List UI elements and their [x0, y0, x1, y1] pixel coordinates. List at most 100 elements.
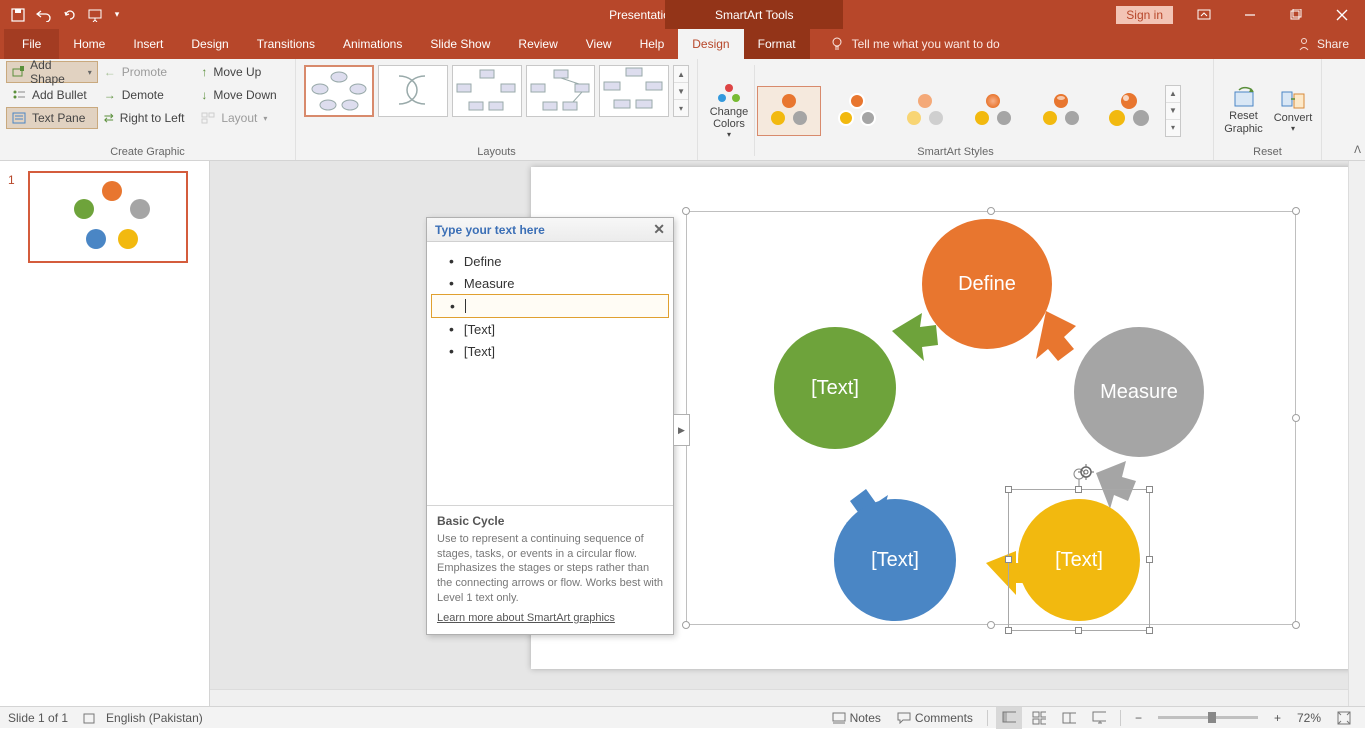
slide-indicator[interactable]: Slide 1 of 1 [8, 711, 68, 725]
layouts-gallery-scroll[interactable]: ▲ ▼ ▾ [673, 65, 689, 117]
text-pane-icon [12, 112, 26, 124]
text-pane-item-active[interactable] [431, 294, 669, 318]
gallery-more-icon[interactable]: ▾ [1166, 120, 1180, 136]
styles-gallery-scroll[interactable]: ▲ ▼ ▾ [1165, 85, 1181, 137]
redo-icon[interactable] [58, 3, 82, 27]
tab-design[interactable]: Design [177, 29, 242, 59]
move-down-button[interactable]: ↓Move Down [195, 84, 289, 106]
notes-button[interactable]: Notes [826, 707, 887, 729]
style-white-outline[interactable] [825, 86, 889, 136]
vertical-scrollbar[interactable] [1348, 161, 1365, 706]
slide-sorter-view-icon[interactable] [1026, 707, 1052, 729]
layout-block-cycle[interactable] [452, 65, 522, 117]
gallery-down-icon[interactable]: ▼ [1166, 103, 1180, 120]
close-icon[interactable] [1319, 0, 1365, 29]
tab-smartart-format[interactable]: Format [744, 29, 810, 59]
promote-button: ←Promote [98, 61, 196, 83]
zoom-in-button[interactable]: + [1268, 707, 1287, 729]
tab-animations[interactable]: Animations [329, 29, 416, 59]
cycle-node-4[interactable]: [Text] [834, 499, 956, 621]
zoom-slider[interactable] [1158, 716, 1258, 719]
tab-file[interactable]: File [4, 29, 59, 59]
text-pane-header: Type your text here ✕ [427, 218, 673, 242]
cycle-node-define[interactable]: Define [922, 219, 1052, 349]
style-polished[interactable] [1097, 86, 1161, 136]
tab-help[interactable]: Help [626, 29, 679, 59]
start-from-beginning-icon[interactable] [84, 3, 108, 27]
style-subtle-effect[interactable] [893, 86, 957, 136]
title-bar: ▾ Presentation1 - PowerPoint SmartArt To… [0, 0, 1365, 29]
style-moderate-effect[interactable] [961, 86, 1025, 136]
gallery-up-icon[interactable]: ▲ [674, 66, 688, 83]
add-shape-icon [12, 66, 24, 78]
slide-thumbnail-1[interactable] [28, 171, 188, 263]
zoom-level[interactable]: 72% [1297, 711, 1321, 725]
layout-text-cycle[interactable] [378, 65, 448, 117]
gallery-down-icon[interactable]: ▼ [674, 83, 688, 100]
quick-access-toolbar: ▾ [0, 3, 124, 27]
tab-transitions[interactable]: Transitions [243, 29, 329, 59]
layout-basic-cycle[interactable] [304, 65, 374, 117]
tab-review[interactable]: Review [504, 29, 571, 59]
learn-more-link[interactable]: Learn more about SmartArt graphics [437, 612, 663, 624]
add-bullet-button[interactable]: Add Bullet [6, 84, 98, 106]
text-pane-item[interactable]: Define [431, 250, 669, 272]
gallery-up-icon[interactable]: ▲ [1166, 86, 1180, 103]
qat-customize-icon[interactable]: ▾ [110, 3, 124, 27]
text-pane-button[interactable]: Text Pane [6, 107, 98, 129]
sign-in-button[interactable]: Sign in [1116, 6, 1173, 24]
style-simple-fill[interactable] [757, 86, 821, 136]
text-pane-item[interactable]: [Text] [431, 318, 669, 340]
fit-to-window-icon[interactable] [1331, 707, 1357, 729]
save-icon[interactable] [6, 3, 30, 27]
share-button[interactable]: Share [1281, 29, 1365, 59]
ribbon-display-options-icon[interactable] [1181, 0, 1227, 29]
add-shape-button[interactable]: Add Shape▾ [6, 61, 98, 83]
change-colors-icon [715, 82, 743, 106]
demote-button[interactable]: →Demote [98, 84, 196, 106]
ribbon: Add Shape▾ Add Bullet Text Pane ←Promote… [0, 59, 1365, 161]
shape-selection [1008, 489, 1150, 631]
layout-nondirectional-cycle[interactable] [526, 65, 596, 117]
tab-insert[interactable]: Insert [119, 29, 177, 59]
undo-icon[interactable] [32, 3, 56, 27]
add-bullet-icon [12, 89, 26, 101]
style-intense-effect[interactable] [1029, 86, 1093, 136]
comments-button[interactable]: Comments [891, 707, 979, 729]
normal-view-icon[interactable] [996, 707, 1022, 729]
layout-continuous-cycle[interactable] [599, 65, 669, 117]
tell-me-search[interactable]: Tell me what you want to do [810, 29, 1000, 59]
tab-smartart-design[interactable]: Design [678, 29, 743, 59]
slide-canvas-area[interactable]: Type your text here ✕ Define Measure [Te… [210, 161, 1365, 706]
move-up-button[interactable]: ↑Move Up [195, 61, 289, 83]
right-to-left-button[interactable]: ⇄Right to Left [98, 107, 196, 129]
reading-view-icon[interactable] [1056, 707, 1082, 729]
group-reset: Reset Graphic Convert▾ Reset [1214, 59, 1322, 160]
cycle-node-measure[interactable]: Measure [1074, 327, 1204, 457]
text-pane-collapse-tab[interactable]: ▶ [674, 414, 690, 446]
text-pane-item[interactable]: Measure [431, 272, 669, 294]
layout-name: Basic Cycle [437, 514, 663, 528]
zoom-out-button[interactable]: − [1129, 707, 1148, 729]
language-indicator[interactable]: English (Pakistan) [106, 711, 203, 725]
gallery-more-icon[interactable]: ▾ [674, 100, 688, 116]
text-pane-item[interactable]: [Text] [431, 340, 669, 362]
smartart-frame[interactable]: Define Measure [Text] [Text] [Text] [686, 211, 1296, 625]
layout-description: Use to represent a continuing sequence o… [437, 532, 663, 606]
tab-view[interactable]: View [572, 29, 626, 59]
text-pane-footer: Basic Cycle Use to represent a continuin… [427, 505, 673, 634]
spellcheck-icon[interactable] [82, 711, 96, 725]
smartart-text-pane: Type your text here ✕ Define Measure [Te… [426, 217, 674, 635]
tab-slideshow[interactable]: Slide Show [416, 29, 504, 59]
close-icon[interactable]: ✕ [653, 221, 665, 238]
collapse-ribbon-icon[interactable]: ᐱ [1354, 145, 1361, 156]
slideshow-view-icon[interactable] [1086, 707, 1112, 729]
minimize-icon[interactable] [1227, 0, 1273, 29]
cycle-node-5[interactable]: [Text] [774, 327, 896, 449]
horizontal-scrollbar[interactable] [210, 689, 1348, 706]
text-pane-list[interactable]: Define Measure [Text] [Text] [427, 242, 673, 370]
maximize-icon[interactable] [1273, 0, 1319, 29]
group-label-reset: Reset [1214, 146, 1321, 158]
tab-home[interactable]: Home [59, 29, 119, 59]
layout-button: Layout▾ [195, 107, 289, 129]
